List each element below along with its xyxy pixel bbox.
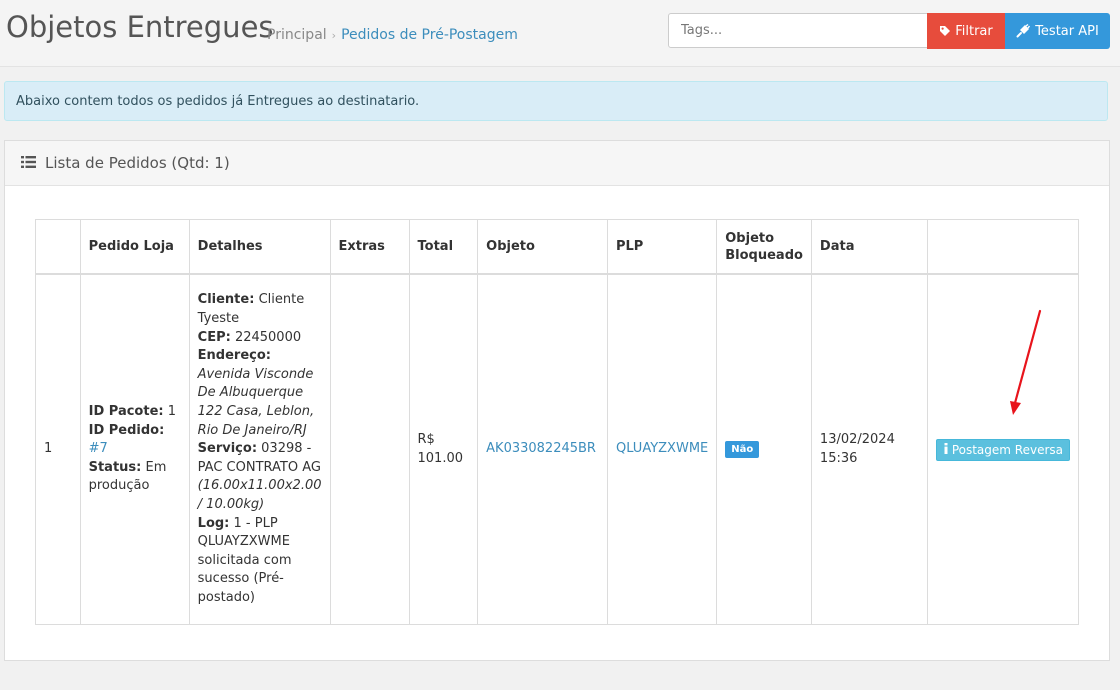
objeto-cell: AK033082245BR	[477, 273, 608, 625]
breadcrumb: Principal › Pedidos de Pré-Postagem	[267, 27, 518, 43]
test-api-button-label: Testar API	[1035, 23, 1099, 39]
page-header: Objetos Entregues Principal › Pedidos de P…	[0, 0, 1120, 67]
orders-panel: Lista de Pedidos (Qtd: 1) Pedido Loja De…	[4, 140, 1110, 661]
breadcrumb-separator: ›	[331, 29, 337, 42]
cep-label: CEP:	[197, 329, 231, 345]
column-header-data: Data	[810, 219, 928, 275]
test-api-button[interactable]: Testar API	[1005, 13, 1110, 49]
column-header-total: Total	[408, 219, 479, 275]
column-header-plp: PLP	[606, 219, 718, 275]
breadcrumb-home-link[interactable]: Principal	[267, 27, 327, 43]
id-pacote-label: ID Pacote:	[88, 404, 164, 420]
column-header-actions	[926, 219, 1080, 275]
page-title: Objetos Entregues	[6, 10, 274, 44]
row-index: 1	[35, 273, 81, 625]
endereco-value: Avenida Visconde De Albuquerque 122 Casa…	[197, 366, 315, 438]
panel-title: Lista de Pedidos (Qtd: 1)	[45, 154, 230, 172]
total-cell: R$ 101.00	[408, 273, 479, 625]
panel-heading: Lista de Pedidos (Qtd: 1)	[5, 141, 1109, 186]
list-icon	[21, 154, 36, 172]
postagem-reversa-button[interactable]: Postagem Reversa	[935, 438, 1070, 461]
bloqueado-cell: Não	[716, 273, 812, 625]
detalhes-cell: Cliente: Cliente Tyeste CEP: 22450000 En…	[188, 273, 331, 625]
plp-cell: QLUAYZXWME	[606, 273, 718, 625]
filter-button[interactable]: Filtrar	[927, 13, 1005, 49]
table-row: 1 ID Pacote: 1 ID Pedido: #7 Status: Em …	[35, 273, 1080, 625]
column-header-pedido-loja: Pedido Loja	[79, 219, 190, 275]
actions-cell: Postagem Reversa	[926, 273, 1080, 625]
cep-value: 22450000	[234, 329, 302, 345]
breadcrumb-current-link[interactable]: Pedidos de Pré-Postagem	[341, 27, 518, 43]
table-header-row: Pedido Loja Detalhes Extras Total Objeto…	[35, 219, 1080, 275]
dimensoes-value: (16.00x11.00x2.00 / 10.00kg)	[197, 478, 322, 512]
tags-search-input[interactable]	[668, 13, 941, 48]
extras-cell	[329, 273, 410, 625]
pedido-loja-cell: ID Pacote: 1 ID Pedido: #7 Status: Em pr…	[79, 273, 190, 625]
column-header-detalhes: Detalhes	[188, 219, 331, 275]
column-header-objeto: Objeto	[477, 219, 608, 275]
filter-button-label: Filtrar	[955, 23, 993, 39]
id-pedido-link[interactable]: #7	[89, 441, 108, 456]
postagem-reversa-label: Postagem Reversa	[951, 442, 1063, 457]
status-label: Status:	[88, 459, 142, 475]
id-pedido-label: ID Pedido:	[88, 422, 165, 438]
servico-label: Serviço:	[197, 441, 258, 457]
objeto-tracking-link[interactable]: AK033082245BR	[486, 441, 596, 456]
endereco-label: Endereço:	[197, 348, 271, 364]
column-header-index	[35, 219, 81, 275]
cliente-label: Cliente:	[197, 292, 255, 308]
info-icon	[943, 442, 949, 457]
orders-table: Pedido Loja Detalhes Extras Total Objeto…	[35, 219, 1080, 625]
log-label: Log:	[197, 515, 230, 531]
data-cell: 13/02/2024 15:36	[810, 273, 928, 625]
column-header-extras: Extras	[329, 219, 410, 275]
plp-link[interactable]: QLUAYZXWME	[616, 441, 708, 456]
column-header-objeto-bloqueado: Objeto Bloqueado	[716, 219, 812, 275]
tag-icon	[939, 25, 951, 37]
id-pacote-value: 1	[167, 404, 177, 420]
plug-icon	[1016, 24, 1031, 38]
info-alert: Abaixo contem todos os pedidos já Entreg…	[4, 81, 1108, 121]
bloqueado-badge: Não	[725, 441, 760, 459]
